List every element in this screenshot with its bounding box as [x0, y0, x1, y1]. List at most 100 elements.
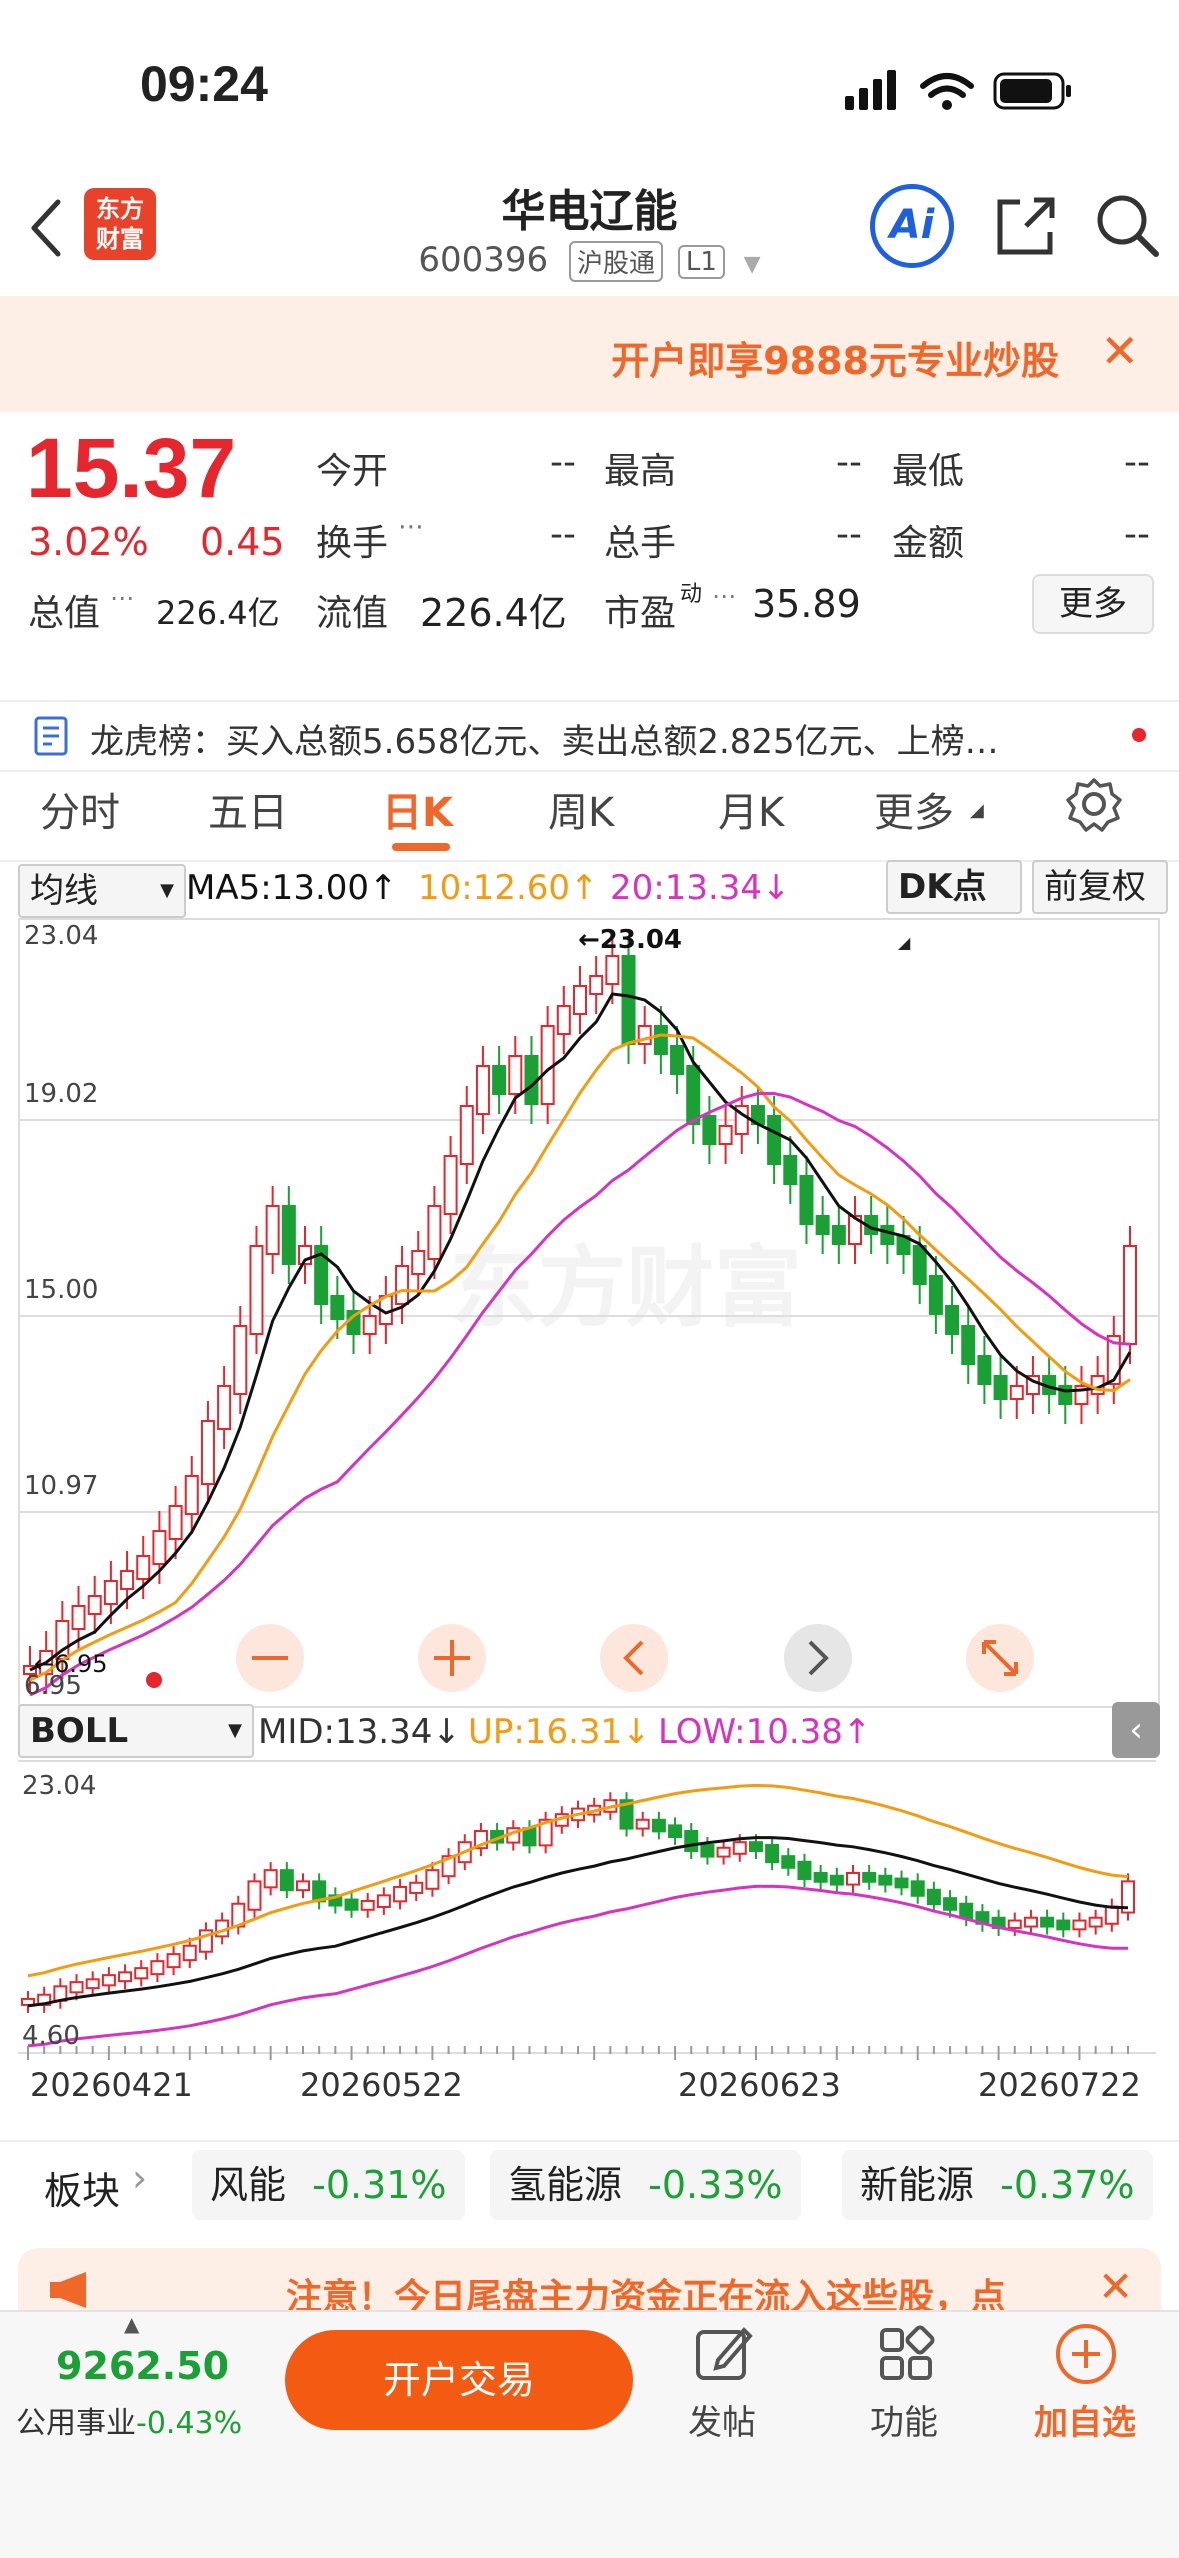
boll-candle-body: [376, 1894, 391, 1908]
boll-candle-body: [878, 1874, 893, 1886]
boll-candles: [21, 1792, 1135, 2013]
boll-candle-body: [910, 1880, 925, 1897]
tag-level: L1: [677, 244, 725, 279]
boll-candle-body: [296, 1880, 310, 1892]
tab-daily-k[interactable]: 日K: [382, 780, 453, 838]
zoom-out-button[interactable]: [236, 1624, 304, 1692]
function-button-label[interactable]: 功能: [870, 2395, 938, 2444]
candle-body: [912, 1245, 927, 1285]
promo-text[interactable]: 开户即享9888元专业炒股: [611, 330, 1059, 385]
index-value[interactable]: 9262.50: [56, 2344, 229, 2388]
pan-right-button[interactable]: [784, 1624, 852, 1692]
indicator-selector-label: BOLL: [30, 1711, 129, 1751]
sector-label[interactable]: 板块: [44, 2160, 120, 2215]
boll-y-top: 23.04: [22, 1771, 96, 1801]
boll-candle-body: [781, 1855, 796, 1869]
candle-body: [961, 1325, 976, 1365]
ma-selector[interactable]: 均线 ▼: [18, 864, 186, 918]
post-button-label[interactable]: 发帖: [688, 2395, 756, 2444]
field-value-high: --: [836, 442, 862, 483]
boll-candle-body: [263, 1869, 278, 1889]
date-label-2: 20260522: [300, 2066, 463, 2104]
kline-chart[interactable]: 东方财富 23.04 19.02 15.00 10.97 6.95 ←23.04…: [18, 918, 1160, 1708]
float-value: 226.4亿: [420, 591, 567, 635]
candle-body: [168, 1505, 183, 1540]
total-value: 226.4亿: [156, 594, 280, 632]
sector-chip-new-energy[interactable]: 新能源 -0.37%: [842, 2150, 1153, 2220]
y-label-2: 19.02: [24, 1079, 98, 1109]
sector-name: 风能: [210, 2163, 287, 2207]
info-icon[interactable]: ⋯: [712, 582, 736, 610]
candle-body: [653, 1025, 668, 1055]
pe-value: 35.89: [752, 582, 861, 626]
sector-chip-wind[interactable]: 风能 -0.31%: [192, 2150, 465, 2220]
candle-body: [767, 1115, 782, 1165]
tab-monthly-k[interactable]: 月K: [718, 780, 784, 838]
boll-candle-body: [846, 1871, 860, 1886]
tag-hgt: 沪股通: [569, 241, 664, 282]
sector-name: 新能源: [860, 2163, 975, 2207]
chevron-down-icon[interactable]: ◢: [970, 800, 984, 821]
candle-body: [330, 1295, 345, 1320]
boll-candle-body: [684, 1829, 699, 1852]
tab-more[interactable]: 更多: [874, 780, 954, 838]
field-value-amount: --: [1124, 514, 1150, 555]
tab-intraday[interactable]: 分时: [40, 780, 120, 838]
candle-body: [281, 1205, 296, 1265]
edit-icon[interactable]: [694, 2324, 754, 2384]
add-circle-icon[interactable]: [1054, 2322, 1118, 2386]
tab-five-day[interactable]: 五日: [208, 780, 288, 838]
gear-icon[interactable]: [1066, 776, 1122, 832]
date-axis-ticks: [27, 2046, 1129, 2060]
tab-weekly-k[interactable]: 周K: [548, 780, 614, 838]
boll-candle-body: [1104, 1905, 1119, 1925]
dk-point-button[interactable]: DK点 ◢: [886, 860, 1022, 952]
pan-left-button[interactable]: [600, 1624, 668, 1692]
candle-body: [152, 1530, 167, 1565]
boll-candle-body: [425, 1869, 440, 1890]
boll-chart[interactable]: 23.04 4.60: [18, 1760, 1156, 2054]
boll-candle-body: [894, 1877, 909, 1889]
chevron-right-icon[interactable]: ›: [132, 2156, 147, 2200]
sector-chip-hydrogen[interactable]: 氢能源 -0.33%: [490, 2150, 801, 2220]
candle-body: [120, 1570, 135, 1590]
index-name: 公用事业: [16, 2406, 136, 2441]
candle-body: [443, 1155, 458, 1215]
close-icon[interactable]: ✕: [1100, 324, 1139, 378]
collapse-panel-button[interactable]: ‹: [1112, 1702, 1160, 1758]
add-favorite-button-label[interactable]: 加自选: [1034, 2395, 1136, 2444]
more-button[interactable]: 更多: [1032, 574, 1154, 634]
zoom-in-button[interactable]: [418, 1624, 486, 1692]
boll-up: UP:16.31↓: [468, 1712, 651, 1752]
boll-candle-body: [344, 1898, 359, 1911]
indicator-selector[interactable]: BOLL ▼: [18, 1704, 254, 1758]
close-icon[interactable]: ✕: [1098, 2262, 1133, 2311]
index-info[interactable]: 公用事业-0.43%: [16, 2398, 242, 2442]
candle-body: [977, 1355, 992, 1385]
float-value-label: 流值: [316, 593, 389, 634]
candle-body: [928, 1275, 943, 1315]
ma-selector-label: 均线: [30, 871, 98, 911]
sector-pct: -0.31%: [312, 2163, 447, 2207]
field-value-open: --: [550, 442, 576, 483]
boll-candle-body: [69, 1981, 84, 1994]
chevron-down-icon: ▼: [228, 1720, 242, 1741]
grid-icon[interactable]: [876, 2324, 936, 2384]
fullscreen-button[interactable]: [966, 1624, 1034, 1692]
pe-sup: 动: [680, 582, 703, 607]
boll-candle-body: [716, 1846, 731, 1858]
wifi-icon: [920, 73, 974, 98]
open-account-trade-button[interactable]: 开户交易: [285, 2330, 633, 2430]
candle-body: [475, 1065, 490, 1115]
boll-candle-body: [1040, 1916, 1055, 1928]
chevron-down-icon[interactable]: ▼: [744, 252, 761, 277]
date-label-3: 20260623: [678, 2066, 841, 2104]
adjust-mode-button[interactable]: 前复权: [1032, 860, 1168, 914]
boll-candle-body: [651, 1818, 666, 1833]
y-label-3: 15.00: [24, 1275, 98, 1305]
info-icon[interactable]: ⋯: [110, 584, 134, 612]
unread-dot: [1132, 728, 1146, 742]
news-text[interactable]: 龙虎榜：买入总额5.658亿元、卖出总额2.825亿元、上榜…: [90, 714, 999, 763]
boll-candle-body: [813, 1871, 828, 1883]
info-icon[interactable]: ⋯: [398, 512, 424, 542]
